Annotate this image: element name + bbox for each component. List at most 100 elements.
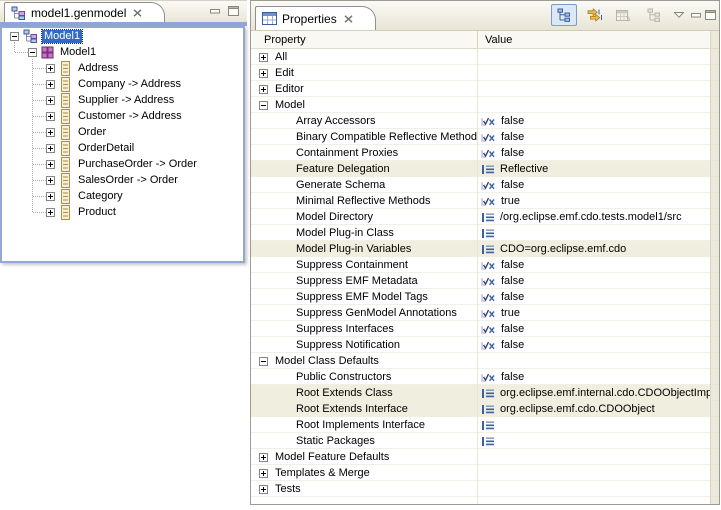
row-filler (710, 209, 719, 225)
property-row[interactable]: Static Packages (251, 433, 719, 449)
collapse-icon[interactable] (10, 32, 19, 41)
boolean-value-icon (481, 308, 496, 319)
editor-tabbar: model1.genmodel (0, 0, 247, 23)
tree-item[interactable]: PurchaseOrder -> Order (2, 156, 243, 172)
tree-mode-button[interactable] (551, 4, 577, 26)
tree-item[interactable]: Address (2, 60, 243, 76)
expand-icon[interactable] (46, 112, 55, 121)
property-row[interactable]: Array Accessorsfalse (251, 113, 719, 129)
expand-icon[interactable] (259, 53, 268, 62)
tree-item-label: SalesOrder -> Order (76, 174, 180, 187)
expand-icon[interactable] (46, 144, 55, 153)
collapse-icon[interactable] (259, 101, 268, 110)
tree-item[interactable]: Supplier -> Address (2, 92, 243, 108)
tree-item[interactable]: Customer -> Address (2, 108, 243, 124)
row-filler (710, 241, 719, 257)
text-value-icon (481, 388, 495, 399)
expand-icon[interactable] (259, 69, 268, 78)
property-row[interactable]: Suppress Interfacesfalse (251, 321, 719, 337)
minimize-icon[interactable] (210, 8, 220, 14)
editor-tab-title: model1.genmodel (31, 6, 126, 20)
tree-item[interactable]: Model1 (2, 44, 243, 60)
close-icon[interactable] (133, 9, 142, 17)
property-column-header[interactable]: Property (251, 31, 478, 48)
category-row[interactable]: All (251, 49, 719, 65)
expand-icon[interactable] (46, 176, 55, 185)
tree-item[interactable]: Category (2, 188, 243, 204)
property-row[interactable]: Root Implements Interface (251, 417, 719, 433)
property-name: Static Packages (296, 434, 375, 449)
properties-toolbar (551, 4, 716, 26)
collapse-icon[interactable] (259, 357, 268, 366)
property-row[interactable]: Public Constructorsfalse (251, 369, 719, 385)
property-row[interactable]: Suppress Notificationfalse (251, 337, 719, 353)
expand-icon[interactable] (46, 160, 55, 169)
category-row[interactable]: Edit (251, 65, 719, 81)
show-categories-button[interactable] (641, 4, 667, 26)
property-row[interactable]: Model Directory/org.eclipse.emf.cdo.test… (251, 209, 719, 225)
show-advanced-properties-button[interactable] (581, 4, 607, 26)
tree-item[interactable]: OrderDetail (2, 140, 243, 156)
editor-tab[interactable]: model1.genmodel (4, 2, 165, 23)
expand-icon[interactable] (259, 469, 268, 478)
expand-icon[interactable] (46, 80, 55, 89)
row-filler (710, 337, 719, 353)
property-name: Minimal Reflective Methods (296, 194, 431, 209)
genmodel-icon (23, 29, 38, 43)
tree-item[interactable]: SalesOrder -> Order (2, 172, 243, 188)
property-row[interactable]: Generate Schemafalse (251, 177, 719, 193)
property-row[interactable]: Binary Compatible Reflective Methodsfals… (251, 129, 719, 145)
tree-item[interactable]: Product (2, 204, 243, 220)
minimize-icon[interactable] (691, 12, 701, 18)
properties-tab[interactable]: Properties (255, 6, 376, 30)
category-label: Templates & Merge (275, 466, 370, 481)
close-icon[interactable] (344, 15, 353, 23)
row-filler (710, 161, 719, 177)
expand-icon[interactable] (259, 453, 268, 462)
expand-icon[interactable] (46, 192, 55, 201)
category-row[interactable]: Model Feature Defaults (251, 449, 719, 465)
maximize-icon[interactable] (228, 6, 239, 16)
restore-default-value-button[interactable] (611, 4, 637, 26)
expand-icon[interactable] (46, 208, 55, 217)
properties-view: Properties Property Value AllEditEditorM… (250, 0, 720, 505)
property-row[interactable]: Suppress EMF Model Tagsfalse (251, 289, 719, 305)
maximize-icon[interactable] (705, 10, 716, 20)
editor-part: model1.genmodel Model1Model1AddressCompa… (0, 0, 247, 268)
boolean-value-icon (481, 196, 496, 207)
property-row[interactable]: Feature DelegationReflective (251, 161, 719, 177)
value-column-header[interactable]: Value (478, 34, 710, 46)
expand-icon[interactable] (259, 485, 268, 494)
expand-icon[interactable] (259, 85, 268, 94)
category-label: Tests (275, 482, 301, 497)
expand-icon[interactable] (46, 64, 55, 73)
category-row[interactable]: Model Class Defaults (251, 353, 719, 369)
tree-item[interactable]: Company -> Address (2, 76, 243, 92)
category-row[interactable]: Model (251, 97, 719, 113)
tree-item[interactable]: Model1 (2, 28, 243, 44)
tree-item-label: Order (76, 126, 108, 139)
tree-item-label: Product (76, 206, 118, 219)
category-row[interactable]: Editor (251, 81, 719, 97)
expand-icon[interactable] (46, 128, 55, 137)
tree-item[interactable]: Order (2, 124, 243, 140)
property-row[interactable]: Minimal Reflective Methodstrue (251, 193, 719, 209)
property-row[interactable]: Model Plug-in VariablesCDO=org.eclipse.e… (251, 241, 719, 257)
tree-connector (33, 132, 46, 133)
category-row[interactable]: Tests (251, 481, 719, 497)
property-row[interactable]: Suppress GenModel Annotationstrue (251, 305, 719, 321)
row-filler (710, 497, 719, 505)
expand-icon[interactable] (46, 96, 55, 105)
category-row[interactable]: Templates & Merge (251, 465, 719, 481)
property-row[interactable]: Model Plug-in Class (251, 225, 719, 241)
property-name: Suppress Interfaces (296, 322, 394, 337)
property-row[interactable]: Suppress EMF Metadatafalse (251, 273, 719, 289)
property-value: org.eclipse.emf.internal.cdo.CDOObjectIm… (500, 386, 710, 401)
view-menu-icon[interactable] (674, 12, 684, 18)
class-icon (59, 173, 72, 188)
property-row[interactable]: Suppress Containmentfalse (251, 257, 719, 273)
property-row[interactable]: Containment Proxiesfalse (251, 145, 719, 161)
property-row[interactable]: Root Extends Interfaceorg.eclipse.emf.cd… (251, 401, 719, 417)
collapse-icon[interactable] (28, 48, 37, 57)
property-row[interactable]: Root Extends Classorg.eclipse.emf.intern… (251, 385, 719, 401)
